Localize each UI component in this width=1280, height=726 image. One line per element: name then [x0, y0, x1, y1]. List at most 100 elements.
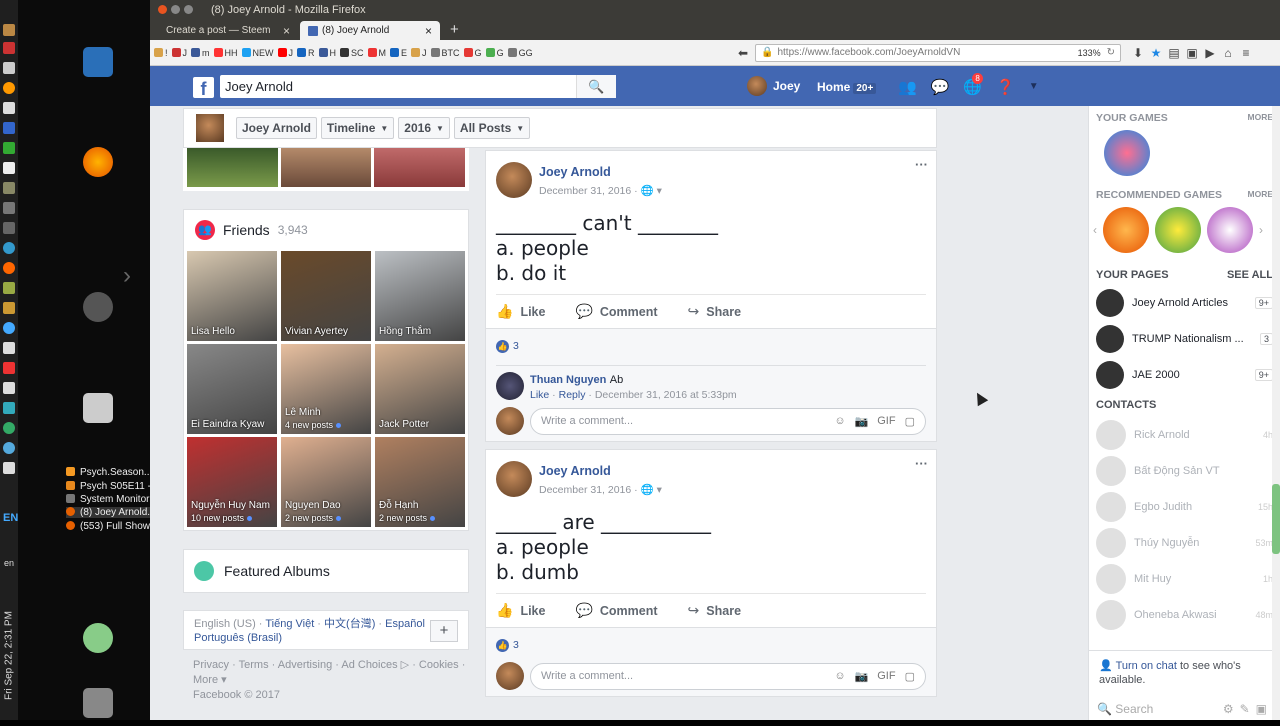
app-icon[interactable]: [3, 242, 15, 254]
share-button[interactable]: ↪ Share: [688, 303, 741, 320]
messenger-icon[interactable]: 💬: [931, 78, 950, 96]
bookmark-item[interactable]: J: [277, 48, 293, 58]
post-filter-select[interactable]: All Posts ▼: [453, 117, 531, 139]
app-icon[interactable]: [3, 162, 15, 174]
archive-icon[interactable]: [83, 393, 113, 423]
bookmark-item[interactable]: NEW: [241, 48, 274, 58]
candy-crush-game-icon[interactable]: [1104, 130, 1150, 176]
more-options-icon[interactable]: ···: [915, 157, 928, 172]
like-count[interactable]: 👍 3: [496, 335, 926, 357]
avatar[interactable]: [496, 372, 524, 400]
friend-tile[interactable]: Vivian Ayertey: [281, 251, 371, 341]
share-button[interactable]: ↪ Share: [688, 602, 741, 619]
more-options-icon[interactable]: ···: [915, 456, 928, 471]
comment-author[interactable]: Thuan Nguyen: [530, 374, 606, 386]
language-link[interactable]: Tiếng Việt: [265, 618, 314, 630]
avatar[interactable]: [196, 114, 224, 142]
task-item-active[interactable]: (8) Joey Arnold...: [66, 507, 156, 518]
friend-name[interactable]: Hồng Thắm: [379, 326, 431, 338]
app-icon[interactable]: [3, 102, 15, 114]
contact-item[interactable]: Thúy Nguyễn 53m: [1089, 525, 1280, 561]
friend-tile[interactable]: Ei Eaindra Kyaw: [187, 344, 277, 434]
user-icon[interactable]: [83, 623, 113, 653]
language-link[interactable]: Español: [385, 618, 425, 630]
footer-link[interactable]: Cookies: [419, 659, 459, 671]
gif-icon[interactable]: GIF: [877, 415, 895, 428]
bookmark-item[interactable]: !: [154, 48, 168, 58]
bookmark-item[interactable]: J: [171, 48, 187, 58]
app-icon[interactable]: [3, 342, 15, 354]
app-icon[interactable]: [3, 302, 15, 314]
add-language-button[interactable]: +: [430, 620, 458, 642]
url-bar[interactable]: 🔒 https://www.facebook.com/JoeyArnoldVN …: [755, 43, 1121, 62]
bookmark-item[interactable]: BTC: [430, 48, 460, 58]
app-icon[interactable]: [3, 182, 15, 194]
youtube-icon[interactable]: ▶: [1201, 46, 1219, 60]
bitcoin-icon[interactable]: [3, 82, 15, 94]
download-icon[interactable]: ⬇: [1129, 46, 1147, 60]
contact-item[interactable]: Rick Arnold 4h: [1089, 417, 1280, 453]
footer-link[interactable]: Advertising: [278, 659, 332, 671]
friend-tile[interactable]: Lisa Hello: [187, 251, 277, 341]
app-icon[interactable]: [3, 422, 15, 434]
comment-button[interactable]: 💬 Comment: [575, 602, 657, 619]
bookmark-item[interactable]: H: [318, 48, 336, 58]
page-item[interactable]: TRUMP Nationalism ... 3: [1089, 321, 1280, 357]
friend-name[interactable]: Lisa Hello: [191, 326, 235, 338]
game-icon[interactable]: [1155, 207, 1201, 253]
bookmark-item[interactable]: m: [191, 48, 210, 58]
post-date[interactable]: December 31, 2016 · 🌐 ▾: [539, 184, 662, 197]
photo-thumbnail[interactable]: [187, 148, 278, 187]
bookmark-item[interactable]: SC: [340, 48, 364, 58]
friend-name[interactable]: Nguyen Dao: [285, 500, 341, 512]
app-icon[interactable]: [3, 122, 15, 134]
task-item[interactable]: (553) Full Show...: [66, 521, 158, 532]
turn-on-chat-link[interactable]: Turn on chat: [1116, 660, 1177, 672]
friend-name[interactable]: Đỗ Hạnh: [379, 500, 435, 512]
like-count[interactable]: 👍 3: [496, 634, 926, 656]
recommended-more-link[interactable]: MORE: [1248, 189, 1274, 201]
contact-item[interactable]: Mit Huy 1h: [1089, 561, 1280, 597]
emoji-icon[interactable]: ☺: [834, 415, 845, 428]
library-icon[interactable]: ▤: [1165, 46, 1183, 60]
page-item[interactable]: Joey Arnold Articles 9+: [1089, 285, 1280, 321]
app-icon[interactable]: [3, 42, 15, 54]
app-icon[interactable]: [3, 24, 15, 36]
settings-icon[interactable]: [83, 292, 113, 322]
bookmark-item[interactable]: GG: [507, 48, 533, 58]
footer-link[interactable]: Terms: [239, 659, 269, 671]
close-tab-icon[interactable]: ×: [283, 24, 290, 38]
see-all-link[interactable]: SEE ALL: [1227, 269, 1273, 281]
friend-tile[interactable]: Lê Minh 4 new posts: [281, 344, 371, 434]
comment-input[interactable]: Write a comment... ☺ 📷 GIF ▢: [530, 662, 926, 690]
comment-time[interactable]: December 31, 2016 at 5:33pm: [595, 389, 737, 401]
post-author[interactable]: Joey Arnold: [539, 165, 611, 179]
bookmark-item[interactable]: R: [297, 48, 315, 58]
scrollbar-thumb[interactable]: [1272, 484, 1280, 554]
avatar[interactable]: [496, 162, 532, 198]
game-icon[interactable]: [1207, 207, 1253, 253]
page-item[interactable]: JAE 2000 9+: [1089, 357, 1280, 393]
close-window-icon[interactable]: [158, 5, 167, 14]
post-date[interactable]: December 31, 2016 · 🌐 ▾: [539, 483, 662, 496]
year-select[interactable]: 2016 ▼: [398, 117, 450, 139]
language-link[interactable]: 中文(台灣): [324, 618, 375, 630]
profile-link[interactable]: Joey: [747, 76, 800, 96]
facebook-logo-icon[interactable]: f: [193, 77, 214, 99]
reload-icon[interactable]: ↻: [1107, 47, 1115, 58]
chevron-right-icon[interactable]: ›: [123, 262, 131, 290]
notifications-icon[interactable]: 🌐 8: [963, 73, 983, 96]
friend-tile[interactable]: Nguyễn Huy Nam 10 new posts: [187, 437, 277, 527]
language-indicator[interactable]: EN: [3, 512, 18, 524]
trash-icon[interactable]: [83, 688, 113, 718]
photo-thumbnail[interactable]: [374, 148, 466, 187]
contact-item[interactable]: Oheneba Akwasi 48m: [1089, 597, 1280, 633]
friend-name[interactable]: Vivian Ayertey: [285, 326, 348, 338]
help-icon[interactable]: ❓: [996, 78, 1015, 96]
footer-link[interactable]: Privacy: [193, 659, 229, 671]
friends-title[interactable]: Friends: [223, 222, 270, 238]
chevron-right-icon[interactable]: ›: [1259, 223, 1263, 237]
post-author[interactable]: Joey Arnold: [539, 464, 611, 478]
contact-item[interactable]: Bất Động Sản VT: [1089, 453, 1280, 489]
friend-tile[interactable]: Đỗ Hạnh 2 new posts: [375, 437, 465, 527]
